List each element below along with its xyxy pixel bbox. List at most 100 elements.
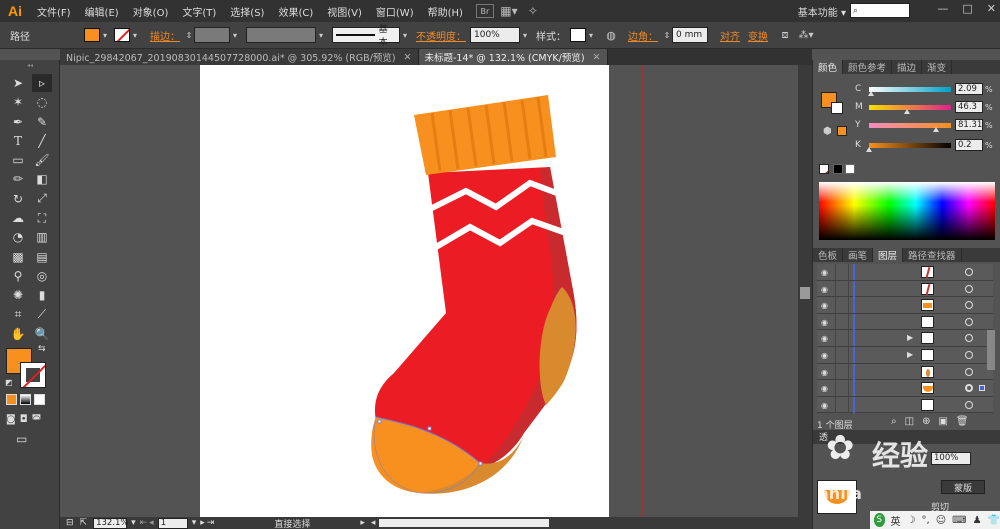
- visibility-eye-icon[interactable]: ◉: [821, 268, 828, 277]
- blend-tool-icon[interactable]: ◎: [32, 267, 52, 285]
- fill-swatch[interactable]: [84, 28, 100, 42]
- align-panel-link[interactable]: 对齐: [720, 28, 740, 43]
- rotate-tool-icon[interactable]: ↻: [8, 190, 28, 208]
- menu-effect[interactable]: 效果(C): [271, 4, 320, 19]
- tab-gradient[interactable]: 渐变: [922, 60, 953, 74]
- column-graph-tool-icon[interactable]: ▮: [32, 286, 52, 304]
- zoom-tool-icon[interactable]: 🔍: [32, 325, 52, 343]
- tab-document-nipic[interactable]: Nipic_29842067_20190830144507728000.ai* …: [60, 49, 419, 65]
- status-menu-icon[interactable]: ▸: [360, 518, 365, 528]
- stroke-dropdown-icon[interactable]: ▾: [130, 28, 140, 42]
- none-swatch[interactable]: [819, 164, 829, 174]
- layer-row[interactable]: ◉: [817, 363, 993, 381]
- channel-value-field[interactable]: 81.31: [955, 119, 983, 131]
- opacity-panel-link[interactable]: 不透明度：: [416, 28, 466, 43]
- pen-tool-icon[interactable]: ✒: [8, 113, 28, 131]
- slider-thumb[interactable]: [866, 146, 873, 152]
- menu-view[interactable]: 视图(V): [320, 4, 369, 19]
- free-transform-tool-icon[interactable]: ⛶: [32, 209, 52, 227]
- pencil-tool-icon[interactable]: ✏: [8, 170, 28, 188]
- variable-width-field[interactable]: [246, 27, 316, 43]
- ime-skin-icon[interactable]: 👕: [988, 515, 1000, 526]
- lock-toggle[interactable]: [835, 280, 849, 297]
- target-circle-icon[interactable]: [965, 400, 973, 409]
- lasso-tool-icon[interactable]: ◌: [32, 93, 52, 111]
- visibility-eye-icon[interactable]: ◉: [821, 334, 828, 343]
- maximize-button[interactable]: □: [962, 2, 972, 15]
- eyedropper-tool-icon[interactable]: ⚲: [8, 267, 28, 285]
- color-spectrum[interactable]: [819, 182, 995, 240]
- fill-dropdown-icon[interactable]: ▾: [100, 28, 110, 42]
- layers-scroll-thumb[interactable]: [987, 330, 995, 370]
- h-scroll-left-icon[interactable]: ◂: [371, 518, 376, 528]
- target-circle-icon[interactable]: [965, 284, 973, 293]
- ime-punct-icon[interactable]: °,: [922, 515, 930, 526]
- zoom-dropdown-icon[interactable]: ▾: [131, 518, 136, 528]
- recolor-icon[interactable]: ◍: [604, 28, 618, 42]
- line-tool-icon[interactable]: ╱: [32, 132, 52, 150]
- visibility-eye-icon[interactable]: ◉: [821, 368, 828, 377]
- stroke-weight-field[interactable]: [194, 27, 230, 43]
- selection-tool-icon[interactable]: ➤: [8, 74, 28, 92]
- tab-brushes[interactable]: 画笔: [843, 248, 874, 262]
- channel-slider[interactable]: [867, 86, 951, 96]
- zoom-field[interactable]: 132.1%: [93, 517, 129, 529]
- stroke-swatch[interactable]: [114, 28, 130, 42]
- expand-arrow-icon[interactable]: ▶: [907, 350, 913, 359]
- mesh-tool-icon[interactable]: ▩: [8, 248, 28, 266]
- visibility-eye-icon[interactable]: ◉: [821, 285, 828, 294]
- close-button[interactable]: ✕: [987, 2, 996, 15]
- brush-style-field[interactable]: 基本: [332, 25, 400, 48]
- layer-row[interactable]: ◉: [817, 264, 993, 281]
- scroll-thumb[interactable]: [800, 287, 810, 299]
- menu-type[interactable]: 文字(T): [175, 4, 223, 19]
- none-mode-icon[interactable]: [34, 394, 45, 405]
- arrange-documents-icon[interactable]: ▦▾: [500, 4, 518, 18]
- perspective-grid-tool-icon[interactable]: ▥: [32, 228, 52, 246]
- artboard-field[interactable]: 1: [157, 517, 188, 529]
- workspace-switcher[interactable]: 基本功能 ▾: [798, 4, 846, 19]
- ime-logo-icon[interactable]: S: [874, 513, 885, 527]
- search-input[interactable]: ⌕: [850, 3, 910, 18]
- draw-inside-icon[interactable]: ◚: [32, 414, 42, 425]
- ime-user-icon[interactable]: ♟: [973, 515, 982, 526]
- target-circle-icon[interactable]: [965, 268, 973, 276]
- layer-row[interactable]: ◉: [817, 380, 993, 397]
- shape-builder-tool-icon[interactable]: ◔: [8, 228, 28, 246]
- next-artboard-icon[interactable]: ▸: [200, 518, 205, 528]
- visibility-eye-icon[interactable]: ◉: [821, 351, 828, 360]
- slider-thumb[interactable]: [867, 90, 874, 96]
- horizontal-scrollbar[interactable]: [379, 519, 550, 527]
- white-swatch[interactable]: [845, 164, 855, 174]
- ime-keyboard-icon[interactable]: ⌨: [952, 515, 966, 526]
- target-circle-icon[interactable]: [965, 301, 973, 310]
- channel-value-field[interactable]: 46.3: [955, 101, 983, 113]
- corner-radius-field[interactable]: 0 mm: [672, 27, 708, 43]
- tab-stroke[interactable]: 描边: [892, 60, 923, 74]
- new-sublayer-icon[interactable]: ⊕: [922, 416, 930, 427]
- color-mode-icon[interactable]: [6, 394, 17, 405]
- hand-tool-icon[interactable]: ✋: [8, 325, 28, 343]
- bridge-icon[interactable]: Br: [475, 4, 494, 18]
- channel-slider[interactable]: [866, 142, 951, 152]
- minimize-button[interactable]: —: [937, 2, 948, 15]
- lock-toggle[interactable]: [835, 380, 849, 397]
- target-circle-icon[interactable]: [965, 334, 973, 343]
- opacity-field[interactable]: 100%: [470, 27, 520, 43]
- opacity-dropdown-icon[interactable]: ▾: [520, 28, 530, 42]
- scale-tool-icon[interactable]: ⤢: [32, 190, 52, 208]
- stroke-color-box[interactable]: [20, 362, 46, 388]
- stroke-panel-link[interactable]: 描边：: [150, 28, 180, 43]
- isolate-icon[interactable]: ⧈: [778, 28, 792, 42]
- menu-object[interactable]: 对象(O): [126, 4, 176, 19]
- warp-tool-icon[interactable]: ☁: [8, 209, 28, 227]
- visibility-eye-icon[interactable]: ◉: [821, 384, 828, 393]
- graphic-style-dropdown-icon[interactable]: ▾: [586, 28, 596, 42]
- delete-layer-icon[interactable]: 🗑: [956, 416, 969, 427]
- expand-arrow-icon[interactable]: ▶: [907, 333, 913, 342]
- slice-tool-icon[interactable]: ⟋: [32, 306, 52, 324]
- target-circle-icon[interactable]: [965, 351, 973, 359]
- tab-layers[interactable]: 图层: [873, 248, 904, 262]
- stroke-weight-dropdown-icon[interactable]: ▾: [230, 28, 240, 42]
- eraser-tool-icon[interactable]: ◧: [32, 170, 52, 188]
